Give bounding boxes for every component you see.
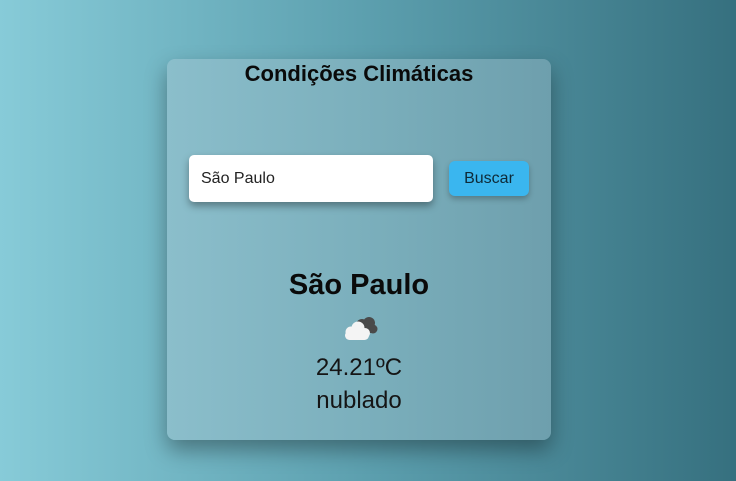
temperature: 24.21ºC	[315, 354, 403, 381]
city-search-input[interactable]	[189, 155, 433, 202]
search-button[interactable]: Buscar	[449, 161, 529, 196]
weather-description: nublado	[316, 387, 402, 414]
city-name: São Paulo	[288, 269, 430, 301]
weather-card: Condições Climáticas Buscar São Paulo 24…	[167, 59, 551, 440]
card-title: Condições Climáticas	[244, 61, 474, 86]
broken-clouds-icon	[345, 317, 378, 340]
